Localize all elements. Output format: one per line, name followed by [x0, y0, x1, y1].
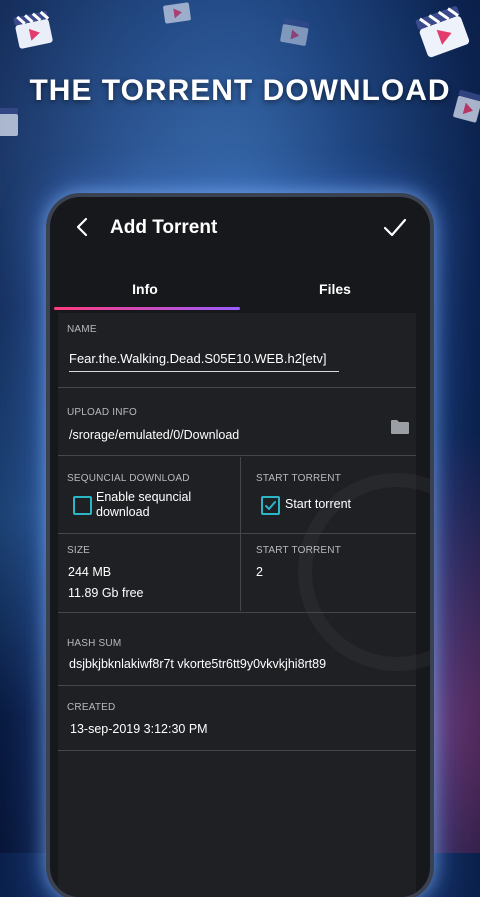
folder-icon[interactable]: [390, 419, 410, 435]
divider: [58, 685, 416, 686]
vertical-divider: [240, 535, 241, 611]
divider: [58, 387, 416, 388]
divider: [58, 612, 416, 613]
clapperboard-icon: [415, 6, 470, 58]
back-arrow-icon[interactable]: [72, 215, 92, 239]
clapperboard-icon: [0, 108, 18, 136]
torrent-name-input[interactable]: Fear.the.Walking.Dead.S05E10.WEB.h2[etv]: [69, 349, 339, 372]
divider: [58, 533, 416, 534]
size-value: 244 MB: [68, 565, 112, 579]
divider: [58, 750, 416, 751]
tab-bar: Info Files: [50, 269, 430, 311]
tab-files[interactable]: Files: [240, 269, 430, 309]
divider: [58, 455, 416, 456]
created-value: 13-sep-2019 3:12:30 PM: [70, 722, 208, 736]
name-label: NAME: [67, 324, 97, 335]
tab-info[interactable]: Info: [50, 269, 240, 309]
app-bar: Add Torrent: [50, 197, 430, 257]
start-torrent-option: Start torrent: [285, 497, 351, 511]
start-torrent-checkbox[interactable]: [261, 496, 280, 515]
confirm-check-icon[interactable]: [382, 217, 408, 239]
clapperboard-icon: [163, 2, 191, 24]
start-torrent-count-value: 2: [256, 565, 263, 579]
sequential-option-line1: Enable sequncial: [96, 490, 192, 504]
hash-sum-value: dsjbkjbknlakiwf8r7t vkorte5tr6tt9y0vkvkj…: [69, 657, 327, 671]
sequential-download-label: SEQUNCIAL DOWNLOAD: [67, 473, 190, 484]
upload-info-label: UPLOAD INFO: [67, 407, 137, 418]
hash-sum-label: HASH SUM: [67, 638, 122, 649]
free-space-value: 11.89 Gb free: [68, 586, 144, 600]
start-torrent-count-label: START TORRENT: [256, 545, 342, 556]
sequential-option-line2: download: [96, 505, 150, 519]
screen-title: Add Torrent: [110, 217, 218, 238]
checkmark-icon: [265, 501, 276, 510]
phone-frame: Add Torrent Info Files NAME Fear.the.Wal…: [50, 197, 430, 897]
created-label: CREATED: [67, 702, 116, 713]
sequential-download-checkbox[interactable]: [73, 496, 92, 515]
size-label: SIZE: [67, 545, 91, 556]
clapperboard-icon: [13, 10, 53, 49]
promo-headline: THE TORRENT DOWNLOAD: [29, 74, 451, 107]
vertical-divider: [240, 457, 241, 535]
torrent-info-panel: NAME Fear.the.Walking.Dead.S05E10.WEB.h2…: [58, 313, 430, 897]
upload-path: /srorage/emulated/0/Download: [69, 428, 240, 442]
clapperboard-icon: [280, 18, 310, 46]
active-tab-indicator: [54, 307, 240, 310]
start-torrent-label: START TORRENT: [256, 473, 342, 484]
